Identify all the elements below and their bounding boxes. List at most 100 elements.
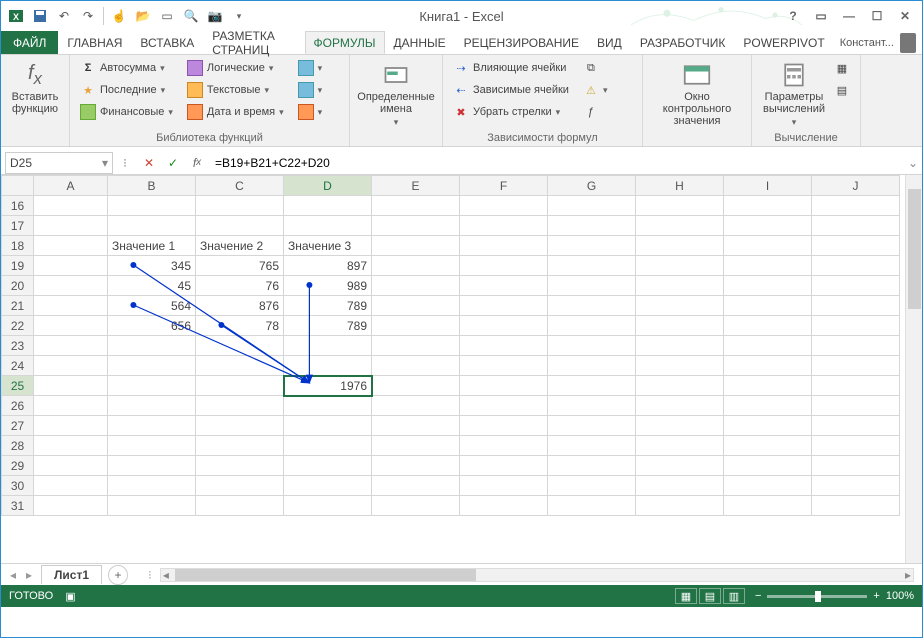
- cell-E31[interactable]: [372, 496, 460, 516]
- row-header-22[interactable]: 22: [2, 316, 34, 336]
- tab-разметка страниц[interactable]: РАЗМЕТКА СТРАНИЦ: [203, 31, 304, 54]
- cell-I24[interactable]: [724, 356, 812, 376]
- cell-G19[interactable]: [548, 256, 636, 276]
- row-header-21[interactable]: 21: [2, 296, 34, 316]
- cell-I21[interactable]: [724, 296, 812, 316]
- cell-A21[interactable]: [34, 296, 108, 316]
- cell-H25[interactable]: [636, 376, 724, 396]
- zoom-control[interactable]: − + 100%: [755, 590, 914, 602]
- view-page-break-icon[interactable]: ▥: [723, 588, 745, 604]
- cell-F20[interactable]: [460, 276, 548, 296]
- cell-C17[interactable]: [196, 216, 284, 236]
- cell-C31[interactable]: [196, 496, 284, 516]
- recent-button[interactable]: ★Последние: [76, 79, 177, 101]
- cell-H27[interactable]: [636, 416, 724, 436]
- cell-I31[interactable]: [724, 496, 812, 516]
- col-header-A[interactable]: A: [34, 176, 108, 196]
- cell-A20[interactable]: [34, 276, 108, 296]
- cell-I20[interactable]: [724, 276, 812, 296]
- zoom-slider[interactable]: [767, 595, 867, 598]
- cell-B16[interactable]: [108, 196, 196, 216]
- cell-J20[interactable]: [812, 276, 900, 296]
- cell-E27[interactable]: [372, 416, 460, 436]
- excel-icon[interactable]: X: [5, 5, 27, 27]
- math-button[interactable]: [294, 79, 327, 101]
- datetime-button[interactable]: Дата и время: [183, 101, 288, 123]
- tab-разработчик[interactable]: РАЗРАБОТЧИК: [631, 31, 735, 54]
- redo-icon[interactable]: ↷: [77, 5, 99, 27]
- cell-B25[interactable]: [108, 376, 196, 396]
- cell-D31[interactable]: [284, 496, 372, 516]
- cell-H19[interactable]: [636, 256, 724, 276]
- cell-E25[interactable]: [372, 376, 460, 396]
- row-header-18[interactable]: 18: [2, 236, 34, 256]
- enter-icon[interactable]: ✓: [161, 152, 185, 174]
- row-header-23[interactable]: 23: [2, 336, 34, 356]
- cell-J19[interactable]: [812, 256, 900, 276]
- hscroll-right-icon[interactable]: ▸: [905, 568, 911, 582]
- cell-F25[interactable]: [460, 376, 548, 396]
- cell-C19[interactable]: 765: [196, 256, 284, 276]
- view-page-layout-icon[interactable]: ▤: [699, 588, 721, 604]
- select-all-corner[interactable]: [2, 176, 34, 196]
- insert-function-button[interactable]: fx Вставить функцию: [7, 57, 63, 115]
- calc-now-button[interactable]: ▦: [830, 57, 854, 79]
- cell-G20[interactable]: [548, 276, 636, 296]
- formula-input[interactable]: [209, 152, 904, 174]
- evaluate-formula-button[interactable]: ƒ: [579, 101, 612, 123]
- cell-I19[interactable]: [724, 256, 812, 276]
- lookup-button[interactable]: [294, 57, 327, 79]
- cell-F30[interactable]: [460, 476, 548, 496]
- cell-F26[interactable]: [460, 396, 548, 416]
- cell-D22[interactable]: 789: [284, 316, 372, 336]
- cell-C23[interactable]: [196, 336, 284, 356]
- cell-D23[interactable]: [284, 336, 372, 356]
- cell-B23[interactable]: [108, 336, 196, 356]
- cell-H24[interactable]: [636, 356, 724, 376]
- undo-icon[interactable]: ↶: [53, 5, 75, 27]
- cell-E30[interactable]: [372, 476, 460, 496]
- cell-F24[interactable]: [460, 356, 548, 376]
- cell-E29[interactable]: [372, 456, 460, 476]
- cell-J29[interactable]: [812, 456, 900, 476]
- cell-F31[interactable]: [460, 496, 548, 516]
- cell-D18[interactable]: Значение 3: [284, 236, 372, 256]
- error-checking-button[interactable]: ⚠: [579, 79, 612, 101]
- cell-C27[interactable]: [196, 416, 284, 436]
- help-icon[interactable]: ?: [780, 5, 806, 27]
- cell-E18[interactable]: [372, 236, 460, 256]
- cell-A27[interactable]: [34, 416, 108, 436]
- remove-arrows-button[interactable]: ✖Убрать стрелки: [449, 101, 573, 123]
- cell-A18[interactable]: [34, 236, 108, 256]
- cell-E26[interactable]: [372, 396, 460, 416]
- cell-F22[interactable]: [460, 316, 548, 336]
- cell-J24[interactable]: [812, 356, 900, 376]
- row-header-27[interactable]: 27: [2, 416, 34, 436]
- cell-I22[interactable]: [724, 316, 812, 336]
- cell-F19[interactable]: [460, 256, 548, 276]
- row-header-30[interactable]: 30: [2, 476, 34, 496]
- cell-C29[interactable]: [196, 456, 284, 476]
- cell-H18[interactable]: [636, 236, 724, 256]
- cell-D20[interactable]: 989: [284, 276, 372, 296]
- hscroll-thumb[interactable]: [175, 569, 476, 581]
- cancel-icon[interactable]: ✕: [137, 152, 161, 174]
- horizontal-scrollbar[interactable]: ◂ ▸: [160, 568, 914, 582]
- cell-G18[interactable]: [548, 236, 636, 256]
- cell-J23[interactable]: [812, 336, 900, 356]
- cell-H17[interactable]: [636, 216, 724, 236]
- cell-J17[interactable]: [812, 216, 900, 236]
- row-header-26[interactable]: 26: [2, 396, 34, 416]
- cell-C25[interactable]: [196, 376, 284, 396]
- cell-A24[interactable]: [34, 356, 108, 376]
- watch-window-button[interactable]: Окно контрольного значения: [649, 57, 745, 127]
- cell-E24[interactable]: [372, 356, 460, 376]
- col-header-I[interactable]: I: [724, 176, 812, 196]
- cell-A17[interactable]: [34, 216, 108, 236]
- view-normal-icon[interactable]: ▦: [675, 588, 697, 604]
- cell-F27[interactable]: [460, 416, 548, 436]
- namebox-expand-icon[interactable]: ⁝: [113, 152, 137, 174]
- formula-bar-expand-icon[interactable]: ⌄: [904, 156, 922, 170]
- cell-H31[interactable]: [636, 496, 724, 516]
- cell-D19[interactable]: 897: [284, 256, 372, 276]
